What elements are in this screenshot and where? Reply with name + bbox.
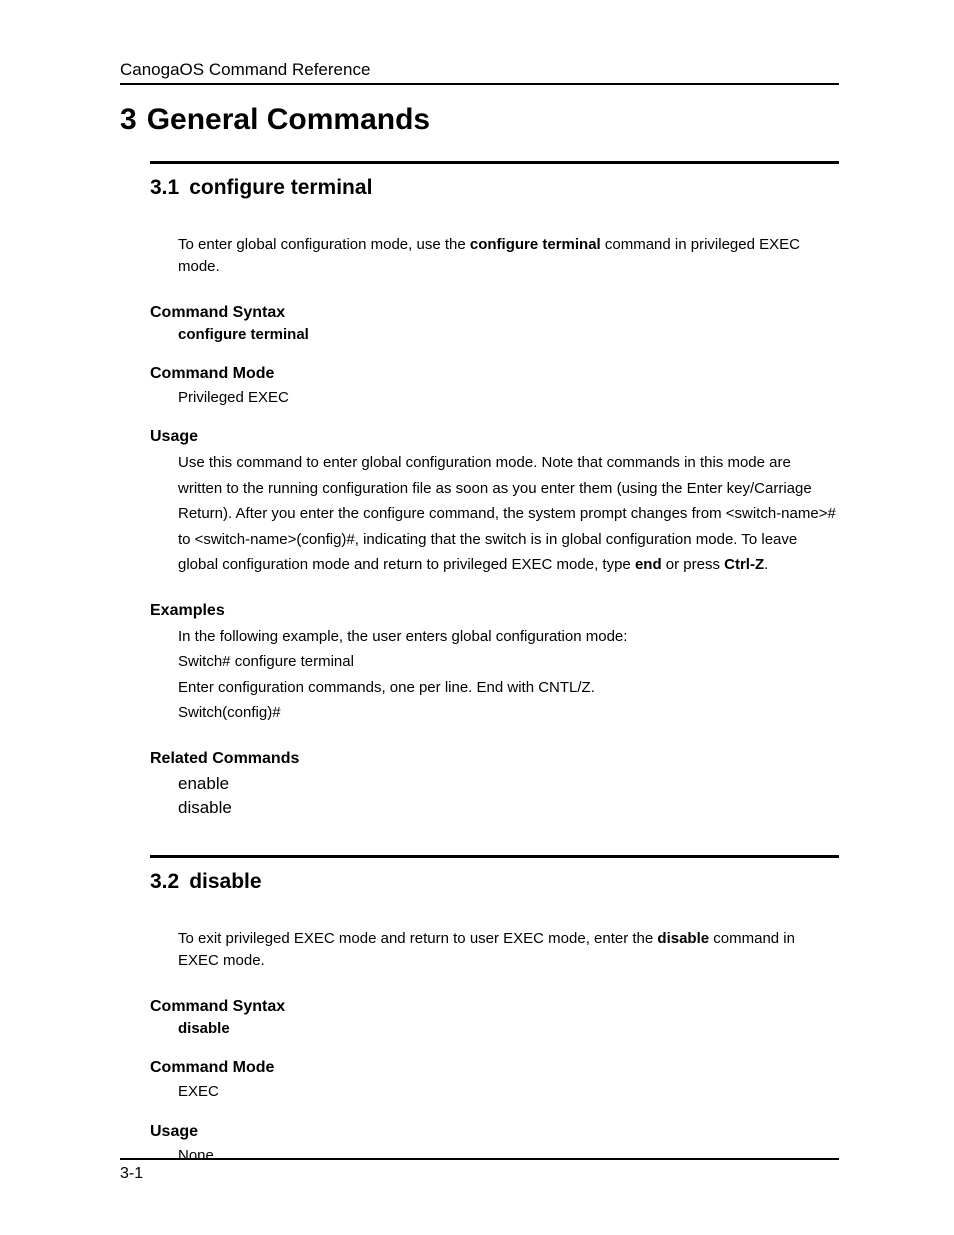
- chapter-number: 3: [120, 103, 137, 136]
- command-syntax-heading: Command Syntax: [150, 304, 839, 322]
- related-command: disable: [178, 796, 839, 820]
- section-rule: [150, 161, 839, 164]
- chapter-name: General Commands: [147, 103, 430, 136]
- text: To exit privileged EXEC mode and return …: [178, 930, 657, 947]
- examples-body: In the following example, the user enter…: [178, 624, 839, 726]
- section-heading: 3.1 configure terminal: [150, 176, 839, 200]
- text: or press: [662, 556, 725, 573]
- examples-heading: Examples: [150, 602, 839, 620]
- section-3-1: 3.1 configure terminal To enter global co…: [150, 161, 839, 1166]
- page-number: 3-1: [120, 1165, 839, 1183]
- page-footer: 3-1: [120, 1158, 839, 1183]
- command-mode-value: Privileged EXEC: [178, 387, 839, 409]
- command-mode-value: EXEC: [178, 1081, 839, 1103]
- section-number: 3.2: [150, 870, 179, 893]
- command-name: configure terminal: [470, 236, 601, 253]
- section-title: disable: [189, 870, 261, 893]
- keyword-ctrl-z: Ctrl-Z: [724, 556, 764, 573]
- related-commands-list: enable disable: [178, 772, 839, 820]
- related-command: enable: [178, 772, 839, 796]
- text: To enter global configuration mode, use …: [178, 236, 470, 253]
- command-syntax-heading: Command Syntax: [150, 998, 839, 1016]
- command-syntax-value: configure terminal: [178, 326, 839, 343]
- section-rule: [150, 855, 839, 858]
- keyword-end: end: [635, 556, 662, 573]
- section-intro: To exit privileged EXEC mode and return …: [178, 928, 839, 972]
- command-syntax-value: disable: [178, 1020, 839, 1037]
- running-header: CanogaOS Command Reference: [120, 60, 839, 85]
- text: .: [764, 556, 768, 573]
- example-line: Enter configuration commands, one per li…: [178, 675, 839, 701]
- typed-command: configure terminal: [235, 653, 354, 670]
- footer-rule: [120, 1158, 839, 1160]
- chapter-title: 3 General Commands: [120, 103, 839, 137]
- section-heading: 3.2 disable: [150, 870, 839, 894]
- page: CanogaOS Command Reference 3 General Comm…: [0, 0, 954, 1235]
- usage-heading: Usage: [150, 1123, 839, 1141]
- section-number: 3.1: [150, 176, 179, 199]
- section-title: configure terminal: [189, 176, 372, 199]
- example-line: Switch(config)#: [178, 700, 839, 726]
- section-intro: To enter global configuration mode, use …: [178, 234, 839, 278]
- example-line: Switch# configure terminal: [178, 649, 839, 675]
- usage-body: Use this command to enter global configu…: [178, 450, 839, 578]
- command-mode-heading: Command Mode: [150, 1059, 839, 1077]
- example-line: In the following example, the user enter…: [178, 624, 839, 650]
- usage-heading: Usage: [150, 428, 839, 446]
- command-mode-heading: Command Mode: [150, 365, 839, 383]
- prompt: Switch#: [178, 653, 235, 670]
- related-commands-heading: Related Commands: [150, 750, 839, 768]
- command-name: disable: [657, 930, 709, 947]
